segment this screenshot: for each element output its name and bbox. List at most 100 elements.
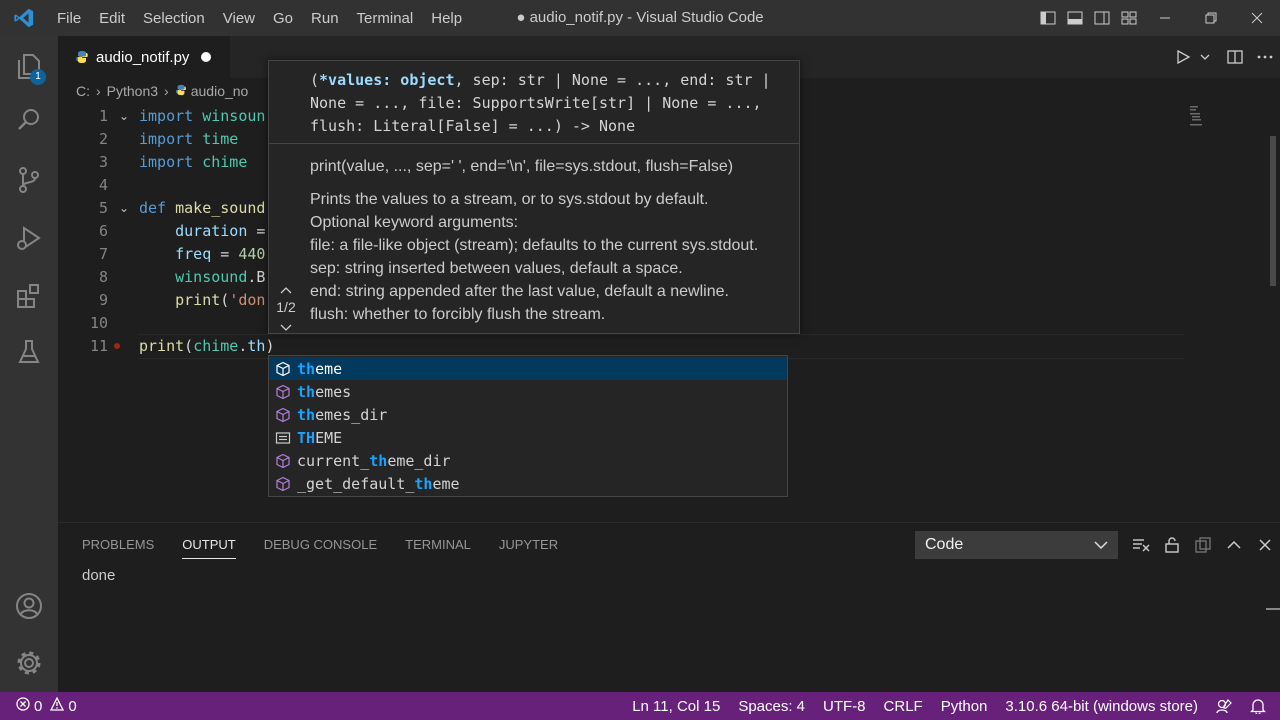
- customize-layout-icon[interactable]: [1115, 0, 1142, 36]
- chevron-down-icon[interactable]: [269, 317, 303, 331]
- line-number[interactable]: 10: [58, 312, 108, 335]
- language-mode[interactable]: Python: [932, 692, 997, 720]
- output-channel-select[interactable]: Code: [915, 531, 1118, 559]
- minimize-icon[interactable]: [1142, 0, 1188, 36]
- editor-scrollbar[interactable]: [1266, 104, 1280, 522]
- encoding[interactable]: UTF-8: [814, 692, 875, 720]
- explorer-icon[interactable]: 1: [0, 42, 58, 90]
- accounts-icon[interactable]: [0, 582, 58, 630]
- minimap[interactable]: [1186, 104, 1256, 164]
- menu-bar: File Edit Selection View Go Run Terminal Help: [48, 0, 471, 36]
- tab-label: audio_notif.py: [96, 48, 190, 66]
- more-actions-icon[interactable]: [1250, 36, 1280, 78]
- line-number[interactable]: 5: [58, 197, 108, 220]
- menu-help[interactable]: Help: [422, 10, 471, 27]
- open-in-editor-icon[interactable]: [1187, 523, 1218, 567]
- match-highlight: TH: [297, 428, 316, 447]
- source-control-icon[interactable]: [0, 156, 58, 204]
- breakpoint-hint-icon[interactable]: [114, 343, 120, 349]
- end-of-line[interactable]: CRLF: [875, 692, 932, 720]
- signature-pager: 1/2: [269, 279, 303, 331]
- suggestion-item[interactable]: theme: [269, 357, 787, 380]
- menu-file[interactable]: File: [48, 10, 90, 27]
- module-cube-icon: [269, 380, 297, 403]
- suggestion-item[interactable]: THEME: [269, 426, 787, 449]
- restore-icon[interactable]: [1188, 0, 1234, 36]
- run-dropdown-chevron-icon[interactable]: [1198, 36, 1212, 78]
- notifications-bell-icon[interactable]: [1241, 692, 1280, 720]
- match-highlight: th: [297, 382, 316, 401]
- chevron-up-icon[interactable]: [269, 279, 303, 297]
- menu-run[interactable]: Run: [302, 10, 348, 27]
- line-number[interactable]: 7: [58, 243, 108, 266]
- toggle-panel-icon[interactable]: [1061, 0, 1088, 36]
- lock-scroll-icon[interactable]: [1156, 523, 1187, 567]
- menu-edit[interactable]: Edit: [90, 10, 134, 27]
- indentation[interactable]: Spaces: 4: [729, 692, 814, 720]
- bottom-panel: PROBLEMS OUTPUT DEBUG CONSOLE TERMINAL JUPYT…: [58, 522, 1280, 693]
- line-number[interactable]: 9: [58, 289, 108, 312]
- suggestion-label: theme: [297, 360, 342, 378]
- problems-status[interactable]: 0 0: [16, 692, 77, 720]
- breadcrumb-folder[interactable]: Python3: [107, 83, 158, 99]
- chevron-down-icon: [1094, 536, 1108, 554]
- doc-line: end: string appended after the last valu…: [310, 283, 729, 300]
- maximize-panel-icon[interactable]: [1218, 523, 1249, 567]
- doc-line: sep: string inserted between values, def…: [310, 260, 683, 277]
- menu-terminal[interactable]: Terminal: [348, 10, 423, 27]
- cursor-position[interactable]: Ln 11, Col 15: [623, 692, 729, 720]
- code-text: winsound.B: [139, 266, 265, 289]
- menu-selection[interactable]: Selection: [134, 10, 214, 27]
- fold-chevron-icon[interactable]: ⌄: [119, 105, 133, 128]
- code-text: freq = 440: [139, 243, 265, 266]
- menu-view[interactable]: View: [214, 10, 264, 27]
- error-icon: [16, 697, 30, 715]
- search-icon[interactable]: [0, 96, 58, 144]
- panel-tab-debug-console[interactable]: DEBUG CONSOLE: [250, 523, 391, 567]
- testing-icon[interactable]: [0, 328, 58, 376]
- line-number[interactable]: 3: [58, 151, 108, 174]
- suggestion-label: _get_default_theme: [297, 475, 460, 493]
- line-number[interactable]: 1: [58, 105, 108, 128]
- suggestion-item[interactable]: themes: [269, 380, 787, 403]
- feedback-icon[interactable]: [1207, 692, 1241, 720]
- output-channel-value: Code: [925, 536, 964, 553]
- fold-chevron-icon[interactable]: ⌄: [119, 197, 133, 220]
- close-window-icon[interactable]: [1234, 0, 1280, 36]
- close-panel-icon[interactable]: [1249, 523, 1280, 567]
- suggestion-item[interactable]: _get_default_theme: [269, 472, 787, 495]
- line-number[interactable]: 4: [58, 174, 108, 197]
- line-number[interactable]: 6: [58, 220, 108, 243]
- module-cube-icon: [269, 403, 297, 426]
- suggestion-item[interactable]: current_theme_dir: [269, 449, 787, 472]
- python-interpreter[interactable]: 3.10.6 64-bit (windows store): [996, 692, 1207, 720]
- line-number[interactable]: 8: [58, 266, 108, 289]
- code-token: (: [184, 337, 194, 355]
- clear-output-icon[interactable]: [1125, 523, 1156, 567]
- panel-scrollbar[interactable]: [1266, 608, 1280, 610]
- run-debug-icon[interactable]: [0, 214, 58, 262]
- breadcrumb-root[interactable]: C:: [76, 83, 90, 99]
- suggestion-text: eme_dir: [387, 451, 451, 470]
- line-number[interactable]: 11: [58, 335, 108, 358]
- split-editor-icon[interactable]: [1220, 36, 1250, 78]
- toggle-secondary-sidebar-icon[interactable]: [1088, 0, 1115, 36]
- line-number[interactable]: 2: [58, 128, 108, 151]
- suggestion-text: _get_default_: [297, 474, 415, 493]
- doc-line: file: a file-like object (stream); defau…: [310, 237, 759, 254]
- module-cube-icon: [269, 449, 297, 472]
- panel-tab-output[interactable]: OUTPUT: [168, 523, 249, 567]
- panel-tab-terminal[interactable]: TERMINAL: [391, 523, 485, 567]
- tab-audio-notif[interactable]: audio_notif.py: [58, 36, 230, 78]
- run-python-file-icon[interactable]: [1168, 36, 1198, 78]
- suggestion-item[interactable]: themes_dir: [269, 403, 787, 426]
- menu-go[interactable]: Go: [264, 10, 302, 27]
- breadcrumb-file[interactable]: audio_no: [191, 83, 249, 99]
- extensions-icon[interactable]: [0, 272, 58, 320]
- manage-gear-icon[interactable]: [0, 639, 58, 687]
- toggle-primary-sidebar-icon[interactable]: [1034, 0, 1061, 36]
- panel-tab-jupyter[interactable]: JUPYTER: [485, 523, 572, 567]
- panel-tab-problems[interactable]: PROBLEMS: [68, 523, 168, 567]
- unsaved-dot-icon[interactable]: [201, 52, 212, 62]
